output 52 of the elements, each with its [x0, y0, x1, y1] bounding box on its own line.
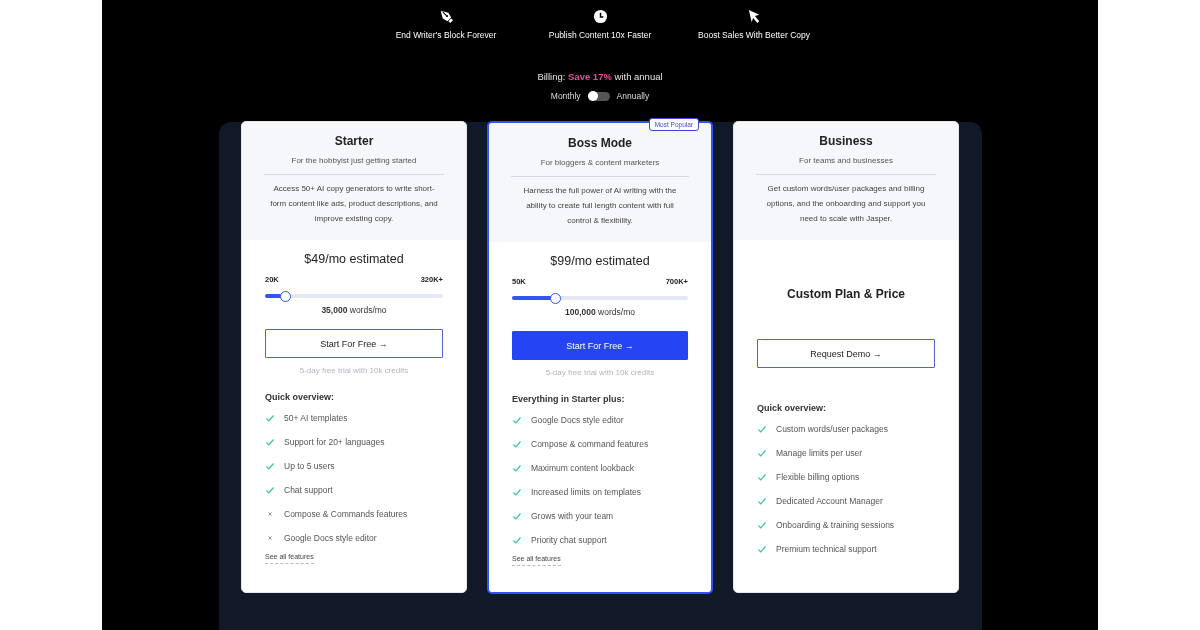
price-text: $49/mo estimated: [303, 252, 405, 266]
feature-label: Manage limits per user: [776, 448, 862, 458]
feature-label: Dedicated Account Manager: [776, 496, 883, 506]
overview-title: Everything in Starter plus:: [512, 394, 626, 404]
pen-nib-icon: [438, 9, 454, 24]
feature-label: Up to 5 users: [284, 461, 335, 471]
plan-description: Get custom words/user packages and billing options, and the onboarding and support you need to scale with Jasper.: [765, 183, 927, 225]
plan-tagline: For teams and businesses: [756, 156, 936, 175]
feature-label: Chat support: [284, 485, 333, 495]
feature-label: Onboarding & training sessions: [776, 520, 895, 530]
plan-name: Starter: [333, 134, 375, 148]
benefit-label: End Writer's Block Forever: [395, 30, 497, 40]
clock-icon: [592, 9, 608, 24]
plan-tagline: For bloggers & content marketers: [511, 158, 689, 177]
words-per-month: 35,000 words/mo: [320, 305, 388, 315]
cta-button[interactable]: Start For Free →: [265, 329, 443, 358]
annually-label: Annually: [616, 91, 650, 101]
feature-label: 50+ AI templates: [284, 413, 348, 423]
feature-label: Compose & Commands features: [284, 509, 408, 519]
feature-label: Grows with your team: [531, 511, 614, 521]
plan-description: Access 50+ AI copy generators to write short-form content like ads, product descriptions, and improve existing copy.: [270, 183, 438, 225]
overview-title: Quick overview:: [265, 392, 336, 402]
feature-label: Maximum content lookback: [531, 463, 634, 473]
word-slider[interactable]: [265, 290, 443, 302]
monthly-label: Monthly: [550, 91, 581, 101]
plan-name: Boss Mode: [567, 136, 633, 150]
plan-name: Business: [818, 134, 874, 148]
cta-button[interactable]: Start For Free →: [512, 331, 688, 360]
overview-title: Quick overview:: [757, 403, 828, 413]
feature-label: Google Docs style editor: [284, 533, 377, 543]
feature-label: Priority chat support: [531, 535, 607, 545]
word-slider[interactable]: [512, 292, 688, 304]
feature-label: Custom words/user packages: [776, 424, 888, 434]
feature-label: Compose & command features: [531, 439, 649, 449]
benefit-label: Publish Content 10x Faster: [548, 30, 652, 40]
cursor-icon: [746, 9, 762, 24]
plan-description: Harness the full power of AI writing with the ability to create full length content with full control & flexibility.: [522, 185, 678, 227]
feature-label: Premium technical support: [776, 544, 877, 554]
benefit-label: Boost Sales With Better Copy: [698, 30, 810, 40]
feature-label: Support for 20+ languages: [284, 437, 385, 447]
plan-tagline: For the hobbyist just getting started: [264, 156, 444, 175]
cta-button[interactable]: Request Demo →: [757, 339, 935, 368]
feature-label: Flexible billing options: [776, 472, 860, 482]
trial-note: 5-day free trial with 10k credits: [298, 366, 410, 375]
billing-toggle[interactable]: [587, 91, 610, 101]
price-text: $99/mo estimated: [549, 254, 651, 268]
custom-price-text: Custom Plan & Price: [786, 287, 906, 301]
trial-note: 5-day free trial with 10k credits: [544, 368, 656, 377]
words-per-month: 100,000 words/mo: [564, 307, 636, 317]
feature-label: Increased limits on templates: [531, 487, 642, 497]
feature-label: Google Docs style editor: [531, 415, 624, 425]
billing-text: Billing: Save 17% with annual: [537, 71, 663, 82]
